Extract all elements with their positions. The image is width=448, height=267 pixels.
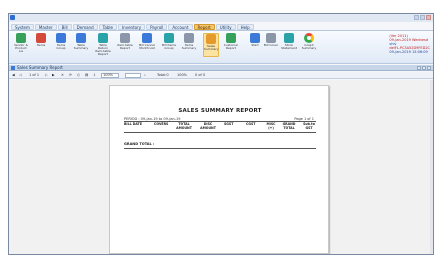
folder-icon — [56, 33, 66, 43]
report-title: SALES SUMMARY REPORT — [178, 108, 262, 114]
ribbon-sales-summary-button[interactable]: Sales Summary — [203, 33, 219, 57]
find-icon[interactable]: ⌕ — [144, 73, 146, 78]
ribbon-bill-cancel-button[interactable]: Bill Cancel Month List — [139, 33, 155, 57]
column-header: MISC (+) — [266, 122, 276, 130]
prev-page-icon[interactable]: ◁ — [19, 73, 22, 78]
folder-icon — [164, 33, 174, 43]
ribbon-items-button[interactable]: Items — [33, 33, 49, 57]
column-header: COVERS — [154, 122, 169, 126]
refresh-icon[interactable]: ⟳ — [69, 73, 72, 78]
app-window: System Master Bill Demand Table Inventor… — [8, 13, 434, 255]
ribbon-bill-items-group-button[interactable]: Bill Items Group — [161, 33, 177, 57]
maximize-button[interactable] — [420, 15, 425, 20]
column-header: BILL DATE — [124, 122, 143, 126]
folder-icon — [98, 33, 108, 43]
report-window-title: Sales Summary Report — [17, 65, 63, 70]
close-button[interactable] — [426, 15, 431, 20]
column-header: CGST — [246, 122, 256, 126]
zoom-select[interactable]: 100% — [101, 73, 119, 78]
print-layout-icon[interactable]: ▤ — [85, 73, 88, 78]
money-icon — [206, 34, 216, 44]
report-close-button[interactable] — [427, 66, 431, 70]
grand-total-rule — [124, 148, 316, 149]
ribbon-graph-summary-button[interactable]: Graph Summary — [301, 33, 317, 57]
report-page: SALES SUMMARY REPORT PERIOD : 09-Jan-19 … — [109, 85, 329, 254]
report-window-titlebar: Sales Summary Report — [9, 65, 433, 71]
user-icon — [226, 33, 236, 43]
ribbon-bill-cover-button[interactable]: Bill Cover — [263, 33, 279, 57]
page-indicator: 1 of 1 — [29, 73, 40, 77]
column-header: TOTAL AMOUNT — [176, 122, 192, 130]
grand-total-label: GRAND TOTAL : — [124, 142, 155, 146]
ribbon-toolbar: Vendor & Product Lis Items Items Group T… — [9, 30, 433, 64]
folder-icon — [76, 33, 86, 43]
find-input[interactable] — [125, 73, 141, 78]
calendar-icon — [36, 33, 46, 43]
stop-icon[interactable]: ✕ — [61, 73, 64, 78]
user-icon — [16, 33, 26, 43]
header-rule-bottom — [124, 132, 316, 133]
column-header: Sub.to GST — [303, 122, 315, 130]
value-label: 0 of 0 — [195, 73, 206, 77]
report-viewer[interactable]: SALES SUMMARY REPORT PERIOD : 09-Jan-19 … — [9, 80, 433, 254]
report-minimize-button[interactable] — [417, 66, 421, 70]
ribbon-table-return-button[interactable]: Table Return Item-table Report — [95, 33, 111, 57]
ribbon-table-summary-button[interactable]: Table Summary — [73, 33, 89, 57]
next-page-icon[interactable]: ▷ — [45, 73, 48, 78]
ribbon-item-table-report-button[interactable]: Item-table Report — [117, 33, 133, 57]
ribbon-vendor-product-list-button[interactable]: Vendor & Product Lis — [13, 33, 29, 57]
report-window-controls — [417, 66, 431, 70]
timestamp-text: 09-Jan-2019 15:06:09 — [389, 50, 428, 54]
column-header: GRAND TOTAL — [282, 122, 296, 130]
minimize-button[interactable] — [414, 15, 419, 20]
column-header: DISC AMOUNT — [200, 122, 216, 130]
ribbon-customer-report-button[interactable]: Customer Report — [223, 33, 239, 57]
chart-ring-icon — [304, 33, 314, 43]
export-icon[interactable]: ⇩ — [93, 73, 96, 78]
report-maximize-button[interactable] — [422, 66, 426, 70]
total-label: Total:0 — [157, 73, 169, 77]
column-header: SGST — [224, 122, 234, 126]
ribbon-start-button[interactable]: Start — [247, 33, 263, 57]
table-icon — [284, 33, 294, 43]
last-page-icon[interactable]: ▶ — [52, 73, 55, 78]
print-icon[interactable]: ⎙ — [77, 73, 80, 78]
document-icon — [266, 33, 276, 43]
percent-label: 100% — [177, 73, 188, 77]
ribbon-items-summary-button[interactable]: Items Summary — [181, 33, 197, 57]
vertical-scrollbar[interactable] — [430, 80, 433, 254]
window-controls — [414, 15, 431, 20]
monitor-icon — [250, 33, 260, 43]
session-info: (Ver 2011) 09-Jan-2019 Wednesd shiv delF… — [389, 34, 430, 54]
document-icon — [142, 33, 152, 43]
report-icon — [11, 66, 15, 70]
title-bar — [9, 14, 433, 22]
sigma-icon — [184, 33, 194, 43]
ribbon-items-group-button[interactable]: Items Group — [53, 33, 69, 57]
first-page-icon[interactable]: ◀ — [12, 73, 15, 78]
car-icon — [120, 33, 130, 43]
ribbon-stock-statement-button[interactable]: Stock Statement — [281, 33, 297, 57]
app-icon — [10, 15, 15, 20]
viewer-toolbar: ◀ ◁ 1 of 1 ▷ ▶ ✕ ⟳ ⎙ ▤ ⇩ 100% ⌕ Total:0 … — [9, 72, 433, 79]
